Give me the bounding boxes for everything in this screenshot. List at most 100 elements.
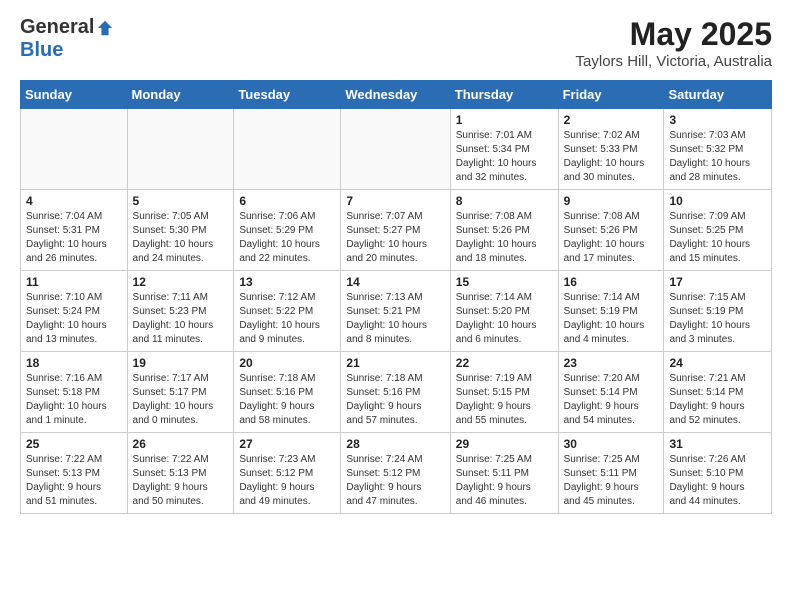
calendar-cell: 27Sunrise: 7:23 AM Sunset: 5:12 PM Dayli… bbox=[234, 433, 341, 514]
calendar-cell bbox=[341, 109, 450, 190]
calendar-cell: 19 Sunrise: 7:17 AM Sunset: 5:17 PM Dayli… bbox=[127, 352, 234, 433]
calendar-cell: 9Sunrise: 7:08 AM Sunset: 5:26 PM Daylig… bbox=[558, 190, 664, 271]
day-info: Sunrise: 7:21 AM Sunset: 5:14 PM Dayligh… bbox=[669, 372, 766, 428]
calendar-cell: 3 Sunrise: 7:03 AM Sunset: 5:32 PM Daylig… bbox=[664, 109, 772, 190]
day-info: Sunrise: 7:25 AM Sunset: 5:11 PM Dayligh… bbox=[564, 453, 659, 509]
calendar-cell: 13 Sunrise: 7:12 AM Sunset: 5:22 PM Dayli… bbox=[234, 271, 341, 352]
day-info: Sunrise: 7:19 AM Sunset: 5:15 PM Dayligh… bbox=[456, 372, 553, 428]
day-of-week-tuesday: Tuesday bbox=[234, 81, 341, 109]
calendar-cell: 5 Sunrise: 7:05 AM Sunset: 5:30 PM Daylig… bbox=[127, 190, 234, 271]
calendar-cell: 26 Sunrise: 7:22 AM Sunset: 5:13 PM Dayli… bbox=[127, 433, 234, 514]
day-info: Sunrise: 7:25 AM Sunset: 5:11 PM Dayligh… bbox=[456, 453, 553, 509]
calendar-cell: 30Sunrise: 7:25 AM Sunset: 5:11 PM Dayli… bbox=[558, 433, 664, 514]
calendar: SundayMondayTuesdayWednesdayThursdayFrid… bbox=[20, 80, 772, 514]
day-number: 18 bbox=[26, 356, 122, 370]
calendar-cell: 25Sunrise: 7:22 AM Sunset: 5:13 PM Dayli… bbox=[21, 433, 128, 514]
day-of-week-wednesday: Wednesday bbox=[341, 81, 450, 109]
day-number: 31 bbox=[669, 437, 766, 451]
month-year: May 2025 bbox=[576, 16, 772, 53]
calendar-cell: 14 Sunrise: 7:13 AM Sunset: 5:21 PM Dayli… bbox=[341, 271, 450, 352]
calendar-cell: 6Sunrise: 7:06 AM Sunset: 5:29 PM Daylig… bbox=[234, 190, 341, 271]
day-info: Sunrise: 7:24 AM Sunset: 5:12 PM Dayligh… bbox=[346, 453, 444, 509]
day-info: Sunrise: 7:05 AM Sunset: 5:30 PM Dayligh… bbox=[133, 210, 229, 266]
day-of-week-sunday: Sunday bbox=[21, 81, 128, 109]
calendar-cell: 31 Sunrise: 7:26 AM Sunset: 5:10 PM Dayli… bbox=[664, 433, 772, 514]
day-info: Sunrise: 7:22 AM Sunset: 5:13 PM Dayligh… bbox=[133, 453, 229, 509]
day-info: Sunrise: 7:02 AM Sunset: 5:33 PM Dayligh… bbox=[564, 129, 659, 185]
day-info: Sunrise: 7:16 AM Sunset: 5:18 PM Dayligh… bbox=[26, 372, 122, 428]
day-number: 21 bbox=[346, 356, 444, 370]
calendar-cell: 16 Sunrise: 7:14 AM Sunset: 5:19 PM Dayli… bbox=[558, 271, 664, 352]
day-info: Sunrise: 7:18 AM Sunset: 5:16 PM Dayligh… bbox=[239, 372, 335, 428]
calendar-week-1: 1 Sunrise: 7:01 AM Sunset: 5:34 PM Daylig… bbox=[21, 109, 772, 190]
day-number: 5 bbox=[133, 194, 229, 208]
day-info: Sunrise: 7:17 AM Sunset: 5:17 PM Dayligh… bbox=[133, 372, 229, 428]
day-info: Sunrise: 7:14 AM Sunset: 5:19 PM Dayligh… bbox=[564, 291, 659, 347]
day-number: 16 bbox=[564, 275, 659, 289]
day-info: Sunrise: 7:07 AM Sunset: 5:27 PM Dayligh… bbox=[346, 210, 444, 266]
day-info: Sunrise: 7:13 AM Sunset: 5:21 PM Dayligh… bbox=[346, 291, 444, 347]
day-of-week-saturday: Saturday bbox=[664, 81, 772, 109]
day-number: 19 bbox=[133, 356, 229, 370]
day-number: 13 bbox=[239, 275, 335, 289]
day-info: Sunrise: 7:09 AM Sunset: 5:25 PM Dayligh… bbox=[669, 210, 766, 266]
day-number: 12 bbox=[133, 275, 229, 289]
day-number: 14 bbox=[346, 275, 444, 289]
location: Taylors Hill, Victoria, Australia bbox=[576, 53, 772, 70]
day-info: Sunrise: 7:14 AM Sunset: 5:20 PM Dayligh… bbox=[456, 291, 553, 347]
day-number: 15 bbox=[456, 275, 553, 289]
day-info: Sunrise: 7:23 AM Sunset: 5:12 PM Dayligh… bbox=[239, 453, 335, 509]
day-number: 20 bbox=[239, 356, 335, 370]
day-number: 11 bbox=[26, 275, 122, 289]
logo: General Blue bbox=[20, 16, 114, 62]
calendar-cell: 11 Sunrise: 7:10 AM Sunset: 5:24 PM Dayli… bbox=[21, 271, 128, 352]
day-number: 2 bbox=[564, 113, 659, 127]
day-number: 17 bbox=[669, 275, 766, 289]
calendar-cell: 10 Sunrise: 7:09 AM Sunset: 5:25 PM Dayli… bbox=[664, 190, 772, 271]
day-number: 4 bbox=[26, 194, 122, 208]
calendar-cell: 12Sunrise: 7:11 AM Sunset: 5:23 PM Dayli… bbox=[127, 271, 234, 352]
day-number: 26 bbox=[133, 437, 229, 451]
day-number: 8 bbox=[456, 194, 553, 208]
day-info: Sunrise: 7:01 AM Sunset: 5:34 PM Dayligh… bbox=[456, 129, 553, 185]
day-info: Sunrise: 7:10 AM Sunset: 5:24 PM Dayligh… bbox=[26, 291, 122, 347]
day-number: 24 bbox=[669, 356, 766, 370]
day-info: Sunrise: 7:03 AM Sunset: 5:32 PM Dayligh… bbox=[669, 129, 766, 185]
calendar-cell: 4 Sunrise: 7:04 AM Sunset: 5:31 PM Daylig… bbox=[21, 190, 128, 271]
calendar-cell: 7 Sunrise: 7:07 AM Sunset: 5:27 PM Daylig… bbox=[341, 190, 450, 271]
calendar-week-3: 11 Sunrise: 7:10 AM Sunset: 5:24 PM Dayli… bbox=[21, 271, 772, 352]
day-info: Sunrise: 7:06 AM Sunset: 5:29 PM Dayligh… bbox=[239, 210, 335, 266]
calendar-cell bbox=[21, 109, 128, 190]
day-number: 10 bbox=[669, 194, 766, 208]
calendar-cell bbox=[234, 109, 341, 190]
calendar-cell: 24 Sunrise: 7:21 AM Sunset: 5:14 PM Dayli… bbox=[664, 352, 772, 433]
day-info: Sunrise: 7:18 AM Sunset: 5:16 PM Dayligh… bbox=[346, 372, 444, 428]
calendar-cell: 15 Sunrise: 7:14 AM Sunset: 5:20 PM Dayli… bbox=[450, 271, 558, 352]
logo-general: General bbox=[20, 16, 94, 39]
day-number: 1 bbox=[456, 113, 553, 127]
calendar-cell: 18 Sunrise: 7:16 AM Sunset: 5:18 PM Dayli… bbox=[21, 352, 128, 433]
day-of-week-monday: Monday bbox=[127, 81, 234, 109]
calendar-cell: 29Sunrise: 7:25 AM Sunset: 5:11 PM Dayli… bbox=[450, 433, 558, 514]
day-of-week-thursday: Thursday bbox=[450, 81, 558, 109]
day-number: 22 bbox=[456, 356, 553, 370]
calendar-cell: 20 Sunrise: 7:18 AM Sunset: 5:16 PM Dayli… bbox=[234, 352, 341, 433]
day-info: Sunrise: 7:04 AM Sunset: 5:31 PM Dayligh… bbox=[26, 210, 122, 266]
day-info: Sunrise: 7:08 AM Sunset: 5:26 PM Dayligh… bbox=[564, 210, 659, 266]
day-info: Sunrise: 7:15 AM Sunset: 5:19 PM Dayligh… bbox=[669, 291, 766, 347]
calendar-week-2: 4 Sunrise: 7:04 AM Sunset: 5:31 PM Daylig… bbox=[21, 190, 772, 271]
day-number: 28 bbox=[346, 437, 444, 451]
day-number: 7 bbox=[346, 194, 444, 208]
calendar-cell: 23Sunrise: 7:20 AM Sunset: 5:14 PM Dayli… bbox=[558, 352, 664, 433]
logo-blue: Blue bbox=[20, 39, 63, 62]
day-info: Sunrise: 7:12 AM Sunset: 5:22 PM Dayligh… bbox=[239, 291, 335, 347]
day-of-week-friday: Friday bbox=[558, 81, 664, 109]
day-info: Sunrise: 7:26 AM Sunset: 5:10 PM Dayligh… bbox=[669, 453, 766, 509]
calendar-cell: 22 Sunrise: 7:19 AM Sunset: 5:15 PM Dayli… bbox=[450, 352, 558, 433]
day-number: 3 bbox=[669, 113, 766, 127]
calendar-cell: 17 Sunrise: 7:15 AM Sunset: 5:19 PM Dayli… bbox=[664, 271, 772, 352]
calendar-week-5: 25 Sunrise: 7:22 AM Sunset: 5:13 PM Dayli… bbox=[21, 433, 772, 514]
day-number: 25 bbox=[26, 437, 122, 451]
logo-icon bbox=[96, 19, 114, 37]
day-number: 23 bbox=[564, 356, 659, 370]
